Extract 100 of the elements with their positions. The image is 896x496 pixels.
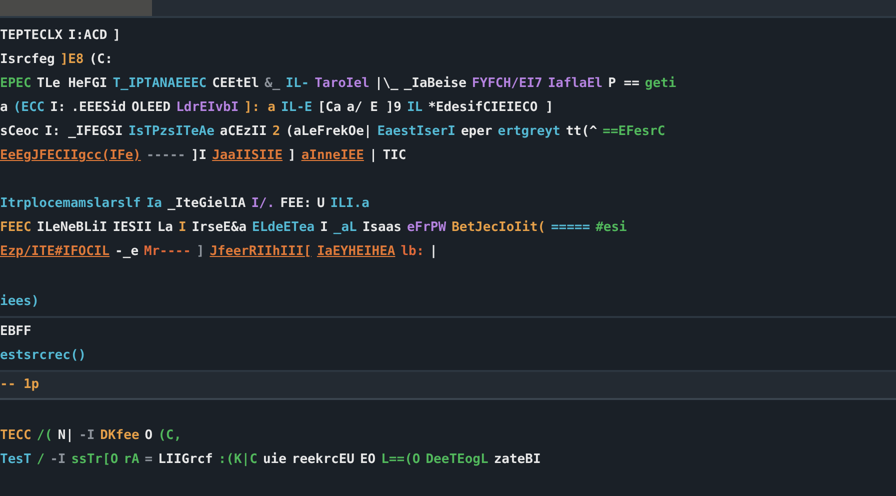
code-token: DeeTEogL: [426, 451, 488, 469]
code-token: I:ACD: [68, 27, 108, 45]
code-token: reekrcEU: [292, 451, 355, 469]
code-token: IrseE&a: [192, 219, 247, 237]
code-token: a/ E ]9: [346, 99, 402, 117]
code-token: aCEzII: [220, 123, 267, 141]
code-token: L==(O: [381, 451, 420, 469]
code-token: EBFF: [0, 323, 32, 341]
code-token: IL: [406, 99, 423, 117]
code-token: EaestIserI: [377, 123, 456, 141]
code-token: aInneIEE: [301, 147, 364, 165]
code-token: I:: [50, 99, 66, 117]
code-token: TaroIel: [314, 75, 370, 93]
code-token: ]: [288, 147, 296, 165]
code-token: I: [178, 219, 186, 237]
code-token: &_: [264, 75, 280, 93]
code-token: |: [369, 147, 378, 165]
code-token: FEE:: [280, 195, 312, 213]
code-token: Isaas: [362, 219, 402, 237]
code-token: -I: [79, 427, 95, 445]
code-token: (ECC: [13, 99, 45, 117]
code-token: EO: [360, 451, 376, 469]
code-token: #esi: [596, 219, 627, 237]
code-token: LIIGrcf: [158, 451, 213, 469]
code-token: TLe HeFGI: [36, 75, 108, 93]
code-token: Ezp/ITE#IFOCIL: [0, 243, 110, 261]
code-token: /(: [36, 427, 52, 445]
code-token: ILI.a: [330, 195, 370, 213]
code-token: IESII: [112, 219, 152, 237]
code-token: ssTr[O: [71, 451, 118, 469]
code-token: estsrcrec(): [0, 347, 86, 365]
code-token: *EdesifCIEIECO ]: [428, 99, 554, 117]
code-token: T_IPTANAEEEC: [112, 75, 207, 93]
code-token: P ==: [608, 75, 640, 93]
code-token: LdrEIvbI: [176, 99, 239, 117]
code-token: O: [144, 427, 153, 445]
code-token: :(K|C: [218, 451, 258, 469]
code-token: |\_: [374, 75, 398, 93]
code-token: TECC: [0, 427, 32, 445]
code-token: ILeNeBLiI: [36, 219, 108, 237]
code-token: U: [316, 195, 325, 213]
code-token: -- 1p: [0, 376, 40, 394]
code-token: Ia: [146, 195, 162, 213]
code-token: _IaBeise: [404, 75, 466, 93]
code-token: ertgreyt: [498, 123, 560, 141]
code-token: eper: [460, 123, 492, 141]
code-token: EPEC: [0, 75, 32, 93]
code-token: IL-: [286, 75, 310, 93]
code-token: TIC: [382, 147, 406, 165]
code-token: ==EFesrC: [602, 123, 666, 141]
code-token: |: [430, 243, 438, 261]
code-token: OLEED: [131, 99, 171, 117]
code-token: DKfee: [100, 427, 140, 445]
code-token: (C:: [89, 51, 113, 69]
code-token: uie: [262, 451, 286, 469]
code-token: -I: [50, 451, 66, 469]
code-token: lb:: [400, 243, 424, 261]
code-token: geti: [644, 75, 676, 93]
code-token: IaEYHEIHEA: [316, 243, 396, 261]
code-token: ]I: [190, 147, 207, 165]
code-token: I/.: [251, 195, 275, 213]
code-token: ELdeETea: [252, 219, 315, 237]
code-token: BetJecIoIit(: [452, 219, 546, 237]
code-token: IsTPzsITeAe: [128, 123, 214, 141]
code-token: .EEESid: [71, 99, 126, 117]
code-token: IL-E: [280, 99, 312, 117]
code-token: TEPTECLX: [0, 27, 63, 45]
code-token: =====: [550, 219, 590, 237]
code-token: tt(^: [566, 123, 598, 141]
code-token: Itrplocemamslarslf: [0, 195, 141, 213]
code-token: JaaIISIIE: [212, 147, 283, 165]
code-token: I: _IFEGSI: [44, 123, 123, 141]
code-token: ]: [112, 27, 121, 45]
code-token: _IteGielIA: [167, 195, 246, 213]
code-token: rA: [124, 451, 140, 469]
code-token: FEEC: [0, 219, 32, 237]
code-token: Isrcfeg: [0, 51, 55, 69]
code-token: I: [320, 219, 328, 237]
code-token: zateBI: [494, 451, 541, 469]
code-token: Mr----: [144, 243, 191, 261]
code-token: _aL: [333, 219, 357, 237]
code-token: iees): [0, 293, 40, 311]
code-token: TesT: [0, 451, 32, 469]
code-token: IaflaEl: [548, 75, 603, 93]
code-token: ]: a: [244, 99, 276, 117]
code-token: 2: [272, 123, 280, 141]
code-token: JfeerRIIhIII[: [210, 243, 312, 261]
code-token: -_e: [115, 243, 139, 261]
code-token: EeEgJFECIIgcc(IFe): [0, 147, 141, 165]
code-token: CEEtEl: [212, 75, 260, 93]
code-token: N|: [58, 427, 74, 445]
code-token: sCeoc: [0, 123, 40, 141]
code-token: a: [0, 99, 8, 117]
code-token: ]E8: [60, 51, 84, 69]
code-token: La: [157, 219, 173, 237]
code-token: (C,: [158, 427, 182, 445]
code-token: ]: [196, 243, 204, 261]
code-token: (aLeFrekOe|: [286, 123, 372, 141]
code-token: =: [144, 451, 153, 469]
code-token: -----: [146, 147, 186, 165]
